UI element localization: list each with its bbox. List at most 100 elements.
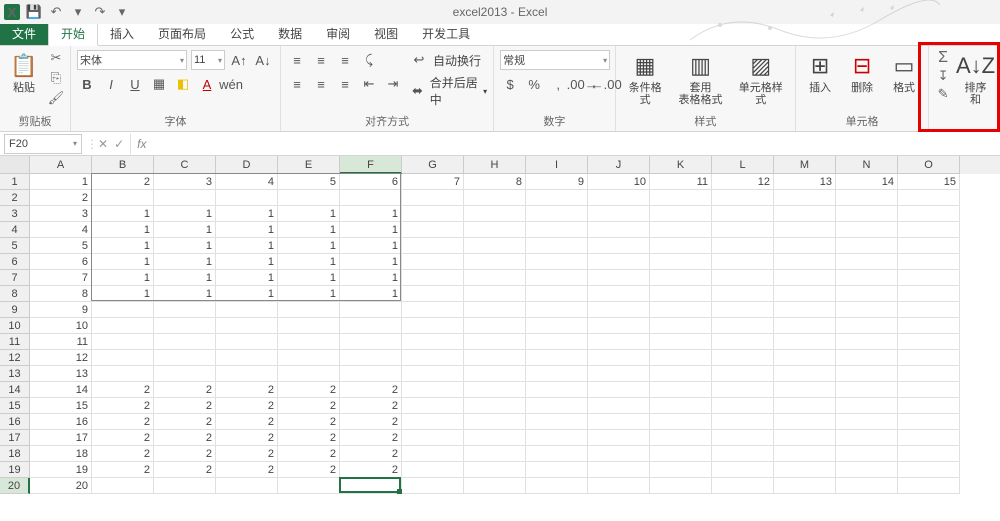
cell[interactable] [464,430,526,446]
row-header[interactable]: 17 [0,430,30,446]
cell[interactable] [712,222,774,238]
cell[interactable] [402,270,464,286]
cell[interactable]: 7 [402,174,464,190]
cell[interactable] [650,238,712,254]
col-header-B[interactable]: B [92,156,154,174]
cell[interactable] [836,382,898,398]
cell[interactable] [836,286,898,302]
col-header-H[interactable]: H [464,156,526,174]
phonetic-icon[interactable]: wén [221,74,241,94]
cell[interactable] [650,382,712,398]
cell[interactable] [588,398,650,414]
row-header[interactable]: 11 [0,334,30,350]
cell[interactable]: 9 [526,174,588,190]
cell[interactable] [712,430,774,446]
cell[interactable] [216,350,278,366]
cell[interactable] [712,270,774,286]
align-top-icon[interactable]: ≡ [287,50,307,70]
col-header-A[interactable]: A [30,156,92,174]
align-middle-icon[interactable]: ≡ [311,50,331,70]
cell[interactable]: 1 [154,254,216,270]
qat-customize-icon[interactable]: ▾ [114,4,130,20]
cell[interactable] [278,190,340,206]
font-name-select[interactable]: 宋体 [77,50,187,70]
cell[interactable]: 4 [216,174,278,190]
cell[interactable] [898,334,960,350]
row-header[interactable]: 3 [0,206,30,222]
row-header[interactable]: 7 [0,270,30,286]
cell[interactable]: 2 [216,446,278,462]
decrease-indent-icon[interactable]: ⇤ [359,74,379,94]
cell[interactable] [712,414,774,430]
cell[interactable]: 2 [92,398,154,414]
cell[interactable] [836,318,898,334]
cell[interactable]: 6 [340,174,402,190]
cell[interactable]: 2 [216,414,278,430]
cell[interactable] [774,206,836,222]
row-header[interactable]: 20 [0,478,30,494]
cell[interactable] [92,334,154,350]
cell[interactable]: 1 [340,286,402,302]
cell[interactable]: 3 [30,206,92,222]
border-icon[interactable]: ▦ [149,74,169,94]
cell[interactable] [650,286,712,302]
cell[interactable] [154,190,216,206]
spreadsheet-grid[interactable]: ABCDEFGHIJKLMNO 112345678910111213141522… [0,156,1000,494]
col-header-I[interactable]: I [526,156,588,174]
format-painter-icon[interactable]: 🖌 [48,90,64,106]
cell[interactable]: 2 [92,414,154,430]
cell[interactable]: 8 [464,174,526,190]
cell[interactable]: 1 [216,286,278,302]
col-header-M[interactable]: M [774,156,836,174]
cancel-formula-icon[interactable]: ✕ [98,137,108,151]
cell[interactable] [464,302,526,318]
cell[interactable]: 2 [340,414,402,430]
increase-font-icon[interactable]: A↑ [229,50,249,70]
align-left-icon[interactable]: ≡ [287,74,307,94]
cell[interactable] [650,446,712,462]
cell[interactable] [650,414,712,430]
cell[interactable] [402,318,464,334]
cell[interactable] [712,382,774,398]
cell[interactable] [898,318,960,334]
cell[interactable] [526,222,588,238]
cell[interactable]: 1 [154,206,216,222]
cell[interactable]: 1 [340,206,402,222]
cell[interactable] [340,334,402,350]
tab-page-layout[interactable]: 页面布局 [146,22,218,45]
cell[interactable]: 1 [92,222,154,238]
cell[interactable] [774,334,836,350]
cell[interactable] [774,270,836,286]
cell[interactable] [836,302,898,318]
cell[interactable] [588,462,650,478]
cell[interactable] [712,366,774,382]
cell[interactable]: 1 [340,270,402,286]
cell[interactable]: 1 [216,238,278,254]
cell[interactable] [712,206,774,222]
insert-cells-button[interactable]: ⊞插入 [802,50,838,96]
cell[interactable] [588,318,650,334]
cell[interactable] [836,270,898,286]
cell[interactable] [650,334,712,350]
tab-home[interactable]: 开始 [48,21,98,46]
cell[interactable]: 2 [216,382,278,398]
cell[interactable] [340,302,402,318]
comma-icon[interactable]: , [548,74,568,94]
cell[interactable] [712,190,774,206]
cell[interactable]: 2 [92,382,154,398]
cell[interactable] [774,414,836,430]
row-header[interactable]: 18 [0,446,30,462]
cell[interactable] [92,350,154,366]
cell[interactable] [774,462,836,478]
cell[interactable]: 1 [216,270,278,286]
cell[interactable] [650,206,712,222]
cell[interactable] [898,238,960,254]
format-as-table-button[interactable]: ▥套用 表格格式 [675,50,727,108]
cell[interactable] [774,366,836,382]
row-header[interactable]: 12 [0,350,30,366]
cell[interactable]: 1 [340,254,402,270]
col-header-J[interactable]: J [588,156,650,174]
cell[interactable] [650,430,712,446]
cell[interactable] [774,190,836,206]
cell[interactable] [464,238,526,254]
